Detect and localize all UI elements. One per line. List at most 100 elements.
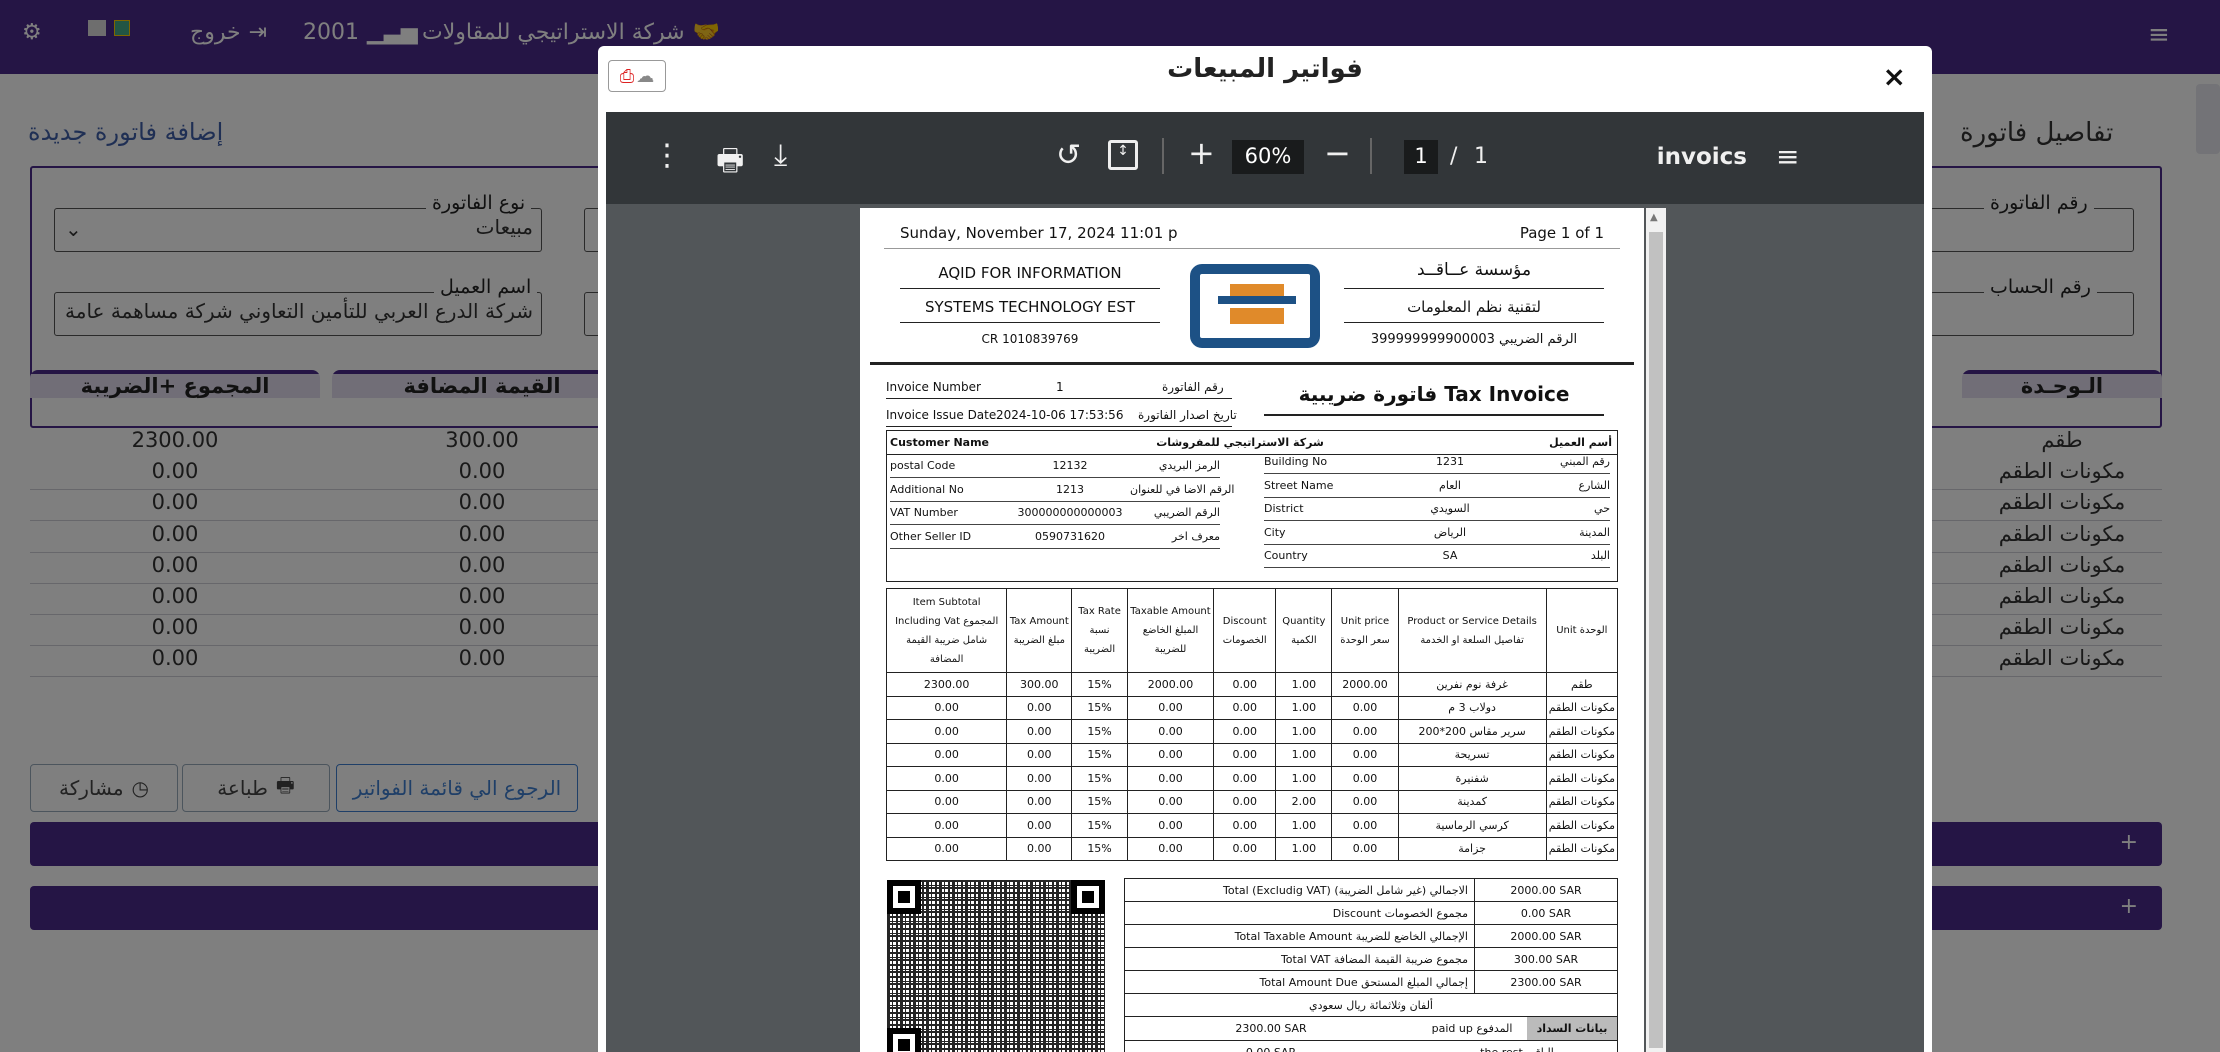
- items-cell: 15%: [1071, 719, 1128, 744]
- totals-value: 2000.00 SAR: [1474, 878, 1618, 902]
- pdf-scrollbar[interactable]: ▲: [1646, 208, 1666, 1052]
- items-cell: 1.00: [1275, 742, 1333, 767]
- pdf-title: invoics: [1657, 144, 1747, 170]
- address-label-ar: الرمز البريدي: [1158, 459, 1220, 472]
- totals-row: Total Taxable Amount الإجمالي الخاضع للض…: [1124, 924, 1618, 948]
- items-cell: مكونات الطقم: [1545, 695, 1619, 720]
- address-label-ar: الرقم الاضا في للعنوان: [1130, 482, 1235, 496]
- close-button[interactable]: ×: [1883, 60, 1906, 93]
- items-cell: 0.00: [1331, 789, 1399, 814]
- items-cell: 0.00: [885, 742, 1008, 767]
- items-cell: كرسي الرماسية: [1397, 813, 1547, 838]
- scrollbar-thumb[interactable]: [1649, 232, 1663, 1048]
- items-cell: دولاب 3 م: [1397, 695, 1547, 720]
- invoice-modal: ⎙ ☁ فواتير المبيعات × ≡ invoics 1 / 1 − …: [598, 46, 1932, 1052]
- invoice-number-ar: رقم الفاتورة: [1162, 380, 1224, 394]
- items-cell: تسريحة: [1397, 742, 1547, 767]
- address-label-ar: الرقم الضريبي: [1153, 506, 1220, 519]
- totals-label: Total VAT مجموع ضريبة القيمة المضافة: [1124, 947, 1475, 971]
- zoom-out-icon[interactable]: −: [1324, 134, 1351, 172]
- row-line: [890, 477, 1220, 478]
- items-cell: 0.00: [1213, 695, 1277, 720]
- download-icon[interactable]: ⤓: [774, 138, 787, 173]
- items-cell: شفنيرة: [1397, 766, 1547, 791]
- items-cell: 0.00: [1213, 813, 1277, 838]
- totals-row: Total (Excludig VAT) الاجمالي (غير شامل …: [1124, 878, 1618, 902]
- items-row: 0.00 0.00 15% 0.00 0.00 1.00 0.00 شفنيرة مكونات …: [885, 766, 1619, 791]
- rotate-icon[interactable]: ↺: [1056, 138, 1081, 173]
- page-of: Page 1 of 1: [1519, 224, 1604, 242]
- company-logo: [1190, 264, 1320, 348]
- address-value: السويدي: [1430, 502, 1470, 515]
- row-line: [890, 524, 1220, 525]
- address-label-ar: الشارع: [1578, 478, 1610, 492]
- items-row: 0.00 0.00 15% 0.00 0.00 1.00 0.00 دولاب 3 م مكون…: [885, 695, 1619, 720]
- items-cell: 0.00: [1126, 719, 1215, 744]
- address-value: 1213: [1056, 482, 1084, 496]
- items-cell: 0.00: [1126, 695, 1215, 720]
- items-header-cell: Product or Service Details تفاصيل السلعة…: [1397, 588, 1547, 673]
- totals-value: 300.00 SAR: [1474, 947, 1618, 971]
- totals-label: Discount مجموع الخصومات: [1124, 901, 1475, 925]
- items-row: 0.00 0.00 15% 0.00 0.00 1.00 0.00 كرسي الرماسية…: [885, 813, 1619, 838]
- address-label-ar: معرف اخر: [1171, 529, 1220, 543]
- hamburger-icon[interactable]: ≡: [1776, 140, 1799, 173]
- address-label: VAT Number: [890, 506, 958, 519]
- items-cell: 0.00: [1006, 789, 1073, 814]
- totals-value: 2300.00 SAR: [1474, 970, 1618, 994]
- company-ar-line2: لتقنية نظم المعلومات: [1407, 298, 1541, 316]
- rest-amount: 0.00 SAR: [1125, 1046, 1417, 1052]
- zoom-input[interactable]: 60%: [1232, 140, 1304, 174]
- items-header-cell: Unit price سعر الوحدة: [1331, 588, 1399, 673]
- items-cell: 15%: [1071, 672, 1128, 697]
- toolbar-divider: [1162, 138, 1164, 174]
- row-line: [1264, 567, 1610, 568]
- row-line: [890, 500, 1220, 502]
- items-cell: مكونات الطقم: [1545, 789, 1619, 814]
- zoom-in-icon[interactable]: +: [1188, 134, 1215, 172]
- paid-amount: 2300.00 SAR: [1235, 1022, 1307, 1035]
- items-header-cell: Tax Amount مبلغ الضريبة: [1006, 588, 1073, 673]
- paid-row: 2300.00 SAR paid up المدفوع بيانات السداد: [1124, 1016, 1618, 1041]
- scroll-up-icon[interactable]: ▲: [1650, 212, 1658, 223]
- paid-wrap: 2300.00 SAR paid up المدفوع بيانات السداد: [1125, 1017, 1617, 1040]
- items-cell: 0.00: [1331, 742, 1399, 767]
- items-cell: 0.00: [1126, 813, 1215, 838]
- items-cell: 0.00: [1126, 766, 1215, 791]
- company-ar-line1: مؤسسة عــاقــد: [1416, 260, 1532, 280]
- items-cell: 0.00: [885, 766, 1008, 791]
- items-header-cell: Taxable Amount المبلغ الخاضع للضريبة: [1126, 588, 1215, 673]
- items-row: 2300.00 300.00 15% 2000.00 0.00 1.00 2000.00 غر…: [885, 672, 1619, 697]
- print-icon[interactable]: 🖶: [716, 138, 744, 189]
- items-cell: 0.00: [1331, 695, 1399, 720]
- items-cell: 15%: [1071, 789, 1128, 814]
- address-label: District: [1264, 502, 1304, 515]
- address-value: العام: [1439, 478, 1461, 492]
- fit-page-icon[interactable]: ↕: [1108, 140, 1138, 170]
- invoice-number-value: 1: [1056, 380, 1064, 394]
- page-number-input[interactable]: 1: [1404, 140, 1438, 174]
- totals-label: Total Taxable Amount الإجمالي الخاضع للض…: [1124, 924, 1475, 948]
- items-header-row: Item Subtotal Including Vat المجموع شامل…: [885, 588, 1619, 673]
- row-line: [1264, 520, 1610, 521]
- items-cell: 0.00: [885, 836, 1008, 861]
- items-cell: 1.00: [1275, 766, 1333, 791]
- paid-label: paid up المدفوع: [1431, 1022, 1513, 1035]
- items-cell: 15%: [1071, 813, 1128, 838]
- more-options-icon[interactable]: ⋮: [652, 138, 682, 173]
- customer-box: [886, 430, 1618, 582]
- items-row: 0.00 0.00 15% 0.00 0.00 2.00 0.00 كمدينة مكونات …: [885, 789, 1619, 814]
- totals-row: Discount مجموع الخصومات 0.00 SAR: [1124, 901, 1618, 925]
- page-separator: /: [1450, 144, 1458, 169]
- items-cell: 15%: [1071, 695, 1128, 720]
- customer-name-ar: أسم العميل: [1549, 436, 1612, 449]
- items-cell: 0.00: [885, 813, 1008, 838]
- items-cell: سرير مقاس 200*200: [1397, 719, 1547, 744]
- items-cell: 0.00: [1126, 836, 1215, 861]
- items-cell: جزامة: [1397, 836, 1547, 861]
- print-date: Sunday, November 17, 2024 11:01 p: [900, 224, 1178, 242]
- company-cr: CR 1010839769: [981, 332, 1079, 346]
- rest-wrap: 0.00 SARthe rest الباقي: [1125, 1041, 1617, 1052]
- rest-cell: 0.00 SARthe rest الباقي: [1124, 1040, 1618, 1052]
- qr-finder: [887, 880, 921, 914]
